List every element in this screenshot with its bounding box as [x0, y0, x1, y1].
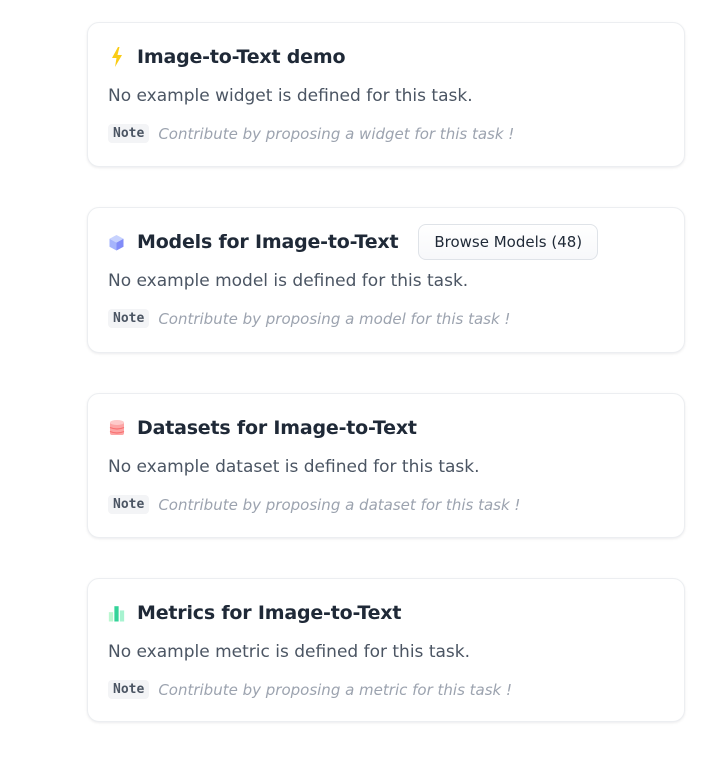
metrics-note: Note Contribute by proposing a metric fo… [108, 680, 512, 699]
cube-icon [108, 234, 125, 251]
models-card: Models for Image-to-Text Browse Models (… [87, 207, 685, 353]
metrics-description: No example metric is defined for this ta… [108, 642, 471, 662]
metrics-title: Metrics for Image-to-Text [137, 602, 402, 624]
datasets-description: No example dataset is defined for this t… [108, 457, 480, 477]
metrics-card: Metrics for Image-to-Text No example met… [87, 578, 685, 722]
note-text: Contribute by proposing a model for this… [158, 309, 511, 328]
datasets-title: Datasets for Image-to-Text [137, 417, 417, 439]
browse-models-button[interactable]: Browse Models (48) [418, 224, 599, 260]
bar-chart-icon [108, 605, 125, 622]
note-text: Contribute by proposing a widget for thi… [158, 124, 515, 143]
demo-note: Note Contribute by proposing a widget fo… [108, 124, 514, 143]
demo-card: Image-to-Text demo No example widget is … [87, 22, 685, 167]
models-description: No example model is defined for this tas… [108, 271, 469, 291]
lightning-icon [108, 47, 125, 67]
demo-description: No example widget is defined for this ta… [108, 86, 473, 106]
note-text: Contribute by proposing a dataset for th… [158, 495, 521, 514]
metrics-header: Metrics for Image-to-Text [108, 599, 401, 627]
models-header: Models for Image-to-Text Browse Models (… [108, 224, 599, 260]
note-tag: Note [108, 124, 150, 143]
datasets-note: Note Contribute by proposing a dataset f… [108, 495, 520, 514]
note-tag: Note [108, 309, 150, 328]
note-tag: Note [108, 495, 150, 514]
datasets-header: Datasets for Image-to-Text [108, 414, 417, 442]
database-icon [108, 420, 125, 437]
models-note: Note Contribute by proposing a model for… [108, 309, 510, 328]
note-text: Contribute by proposing a metric for thi… [158, 680, 513, 699]
models-title: Models for Image-to-Text [137, 231, 399, 253]
demo-header: Image-to-Text demo [108, 43, 346, 71]
note-tag: Note [108, 680, 150, 699]
datasets-card: Datasets for Image-to-Text No example da… [87, 393, 685, 538]
demo-title: Image-to-Text demo [137, 46, 346, 68]
